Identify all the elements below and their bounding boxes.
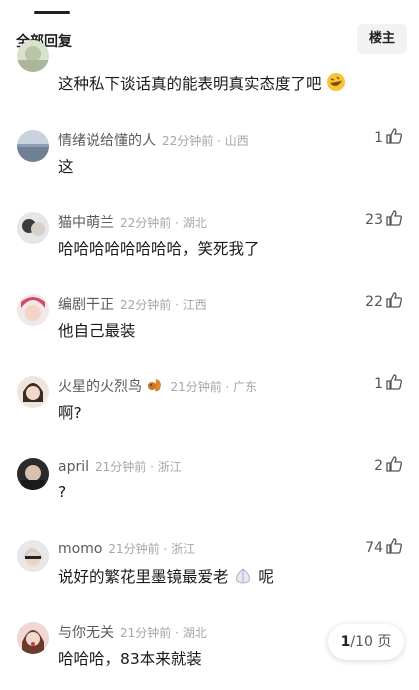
like-count: 22 xyxy=(365,294,383,310)
like-count: 2 xyxy=(374,458,383,474)
avatar[interactable] xyxy=(17,294,49,326)
thumbs-up-icon xyxy=(385,291,403,313)
comment-text: 他自己最装 xyxy=(58,322,136,340)
avatar[interactable] xyxy=(17,130,49,162)
thumbs-up-icon xyxy=(385,209,403,231)
garlic-icon xyxy=(233,567,253,589)
avatar[interactable] xyxy=(17,458,49,490)
avatar[interactable] xyxy=(17,376,49,408)
like-button[interactable]: 22 xyxy=(365,291,403,313)
username[interactable]: 编剧干正 xyxy=(58,297,114,313)
comment-meta: 情绪说给懂的人 22分钟前 · 山西 xyxy=(58,130,249,150)
timestamp-location: 21分钟前 · 湖北 xyxy=(120,626,207,640)
comment-meta: 火星的火烈鸟 21分钟前 · 广东 xyxy=(58,376,257,398)
timestamp-location: 22分钟前 · 山西 xyxy=(162,134,249,148)
like-count: 1 xyxy=(374,376,383,392)
like-button[interactable]: 1 xyxy=(374,127,403,149)
thumbs-up-icon xyxy=(385,537,403,559)
thumbs-up-icon xyxy=(385,455,403,477)
username[interactable]: 与你无关 xyxy=(58,625,114,641)
like-button[interactable]: 23 xyxy=(365,209,403,231)
username[interactable]: 火星的火烈鸟 xyxy=(58,379,142,395)
username[interactable]: momo xyxy=(58,541,102,557)
comment-meta: 编剧干正 22分钟前 · 江西 xyxy=(58,294,207,314)
comment-text: 这种私下谈话真的能表明真实态度了吧 xyxy=(58,72,346,96)
thumbs-up-icon xyxy=(385,373,403,395)
thumbs-up-icon xyxy=(385,127,403,149)
like-button[interactable]: 74 xyxy=(365,537,403,559)
avatar[interactable] xyxy=(17,40,49,72)
timestamp-location: 22分钟前 · 湖北 xyxy=(120,216,207,230)
total-pages: /10 页 xyxy=(350,634,392,650)
op-only-button[interactable]: 楼主 xyxy=(357,24,407,54)
page-indicator-button[interactable]: 1/10 页 xyxy=(328,624,404,660)
comment-meta: 猫中萌兰 22分钟前 · 湖北 xyxy=(58,212,207,232)
like-button[interactable]: 1 xyxy=(374,373,403,395)
comment-text: 这 xyxy=(58,158,74,176)
like-count: 1 xyxy=(374,130,383,146)
reply-header: 全部回复 楼主 xyxy=(0,22,419,58)
like-count: 23 xyxy=(365,212,383,228)
avatar[interactable] xyxy=(17,212,49,244)
like-count: 74 xyxy=(365,540,383,556)
comment-text: ? xyxy=(58,483,67,501)
tab-indicator xyxy=(34,11,70,14)
comment-meta: 与你无关 21分钟前 · 湖北 xyxy=(58,622,207,642)
like-button[interactable]: 2 xyxy=(374,455,403,477)
avatar[interactable] xyxy=(17,540,49,572)
comment-text: 哈哈哈哈哈哈哈哈，笑死我了 xyxy=(58,240,260,258)
timestamp-location: 22分钟前 · 江西 xyxy=(120,298,207,312)
comment-meta: momo 21分钟前 · 浙江 xyxy=(58,540,195,557)
username[interactable]: 猫中萌兰 xyxy=(58,215,114,231)
comment-text: 哈哈哈，83本来就装 xyxy=(58,650,202,668)
rofl-face-icon xyxy=(326,72,346,96)
current-page: 1 xyxy=(340,634,351,650)
timestamp-location: 21分钟前 · 浙江 xyxy=(108,542,196,556)
username[interactable]: 情绪说给懂的人 xyxy=(58,133,156,149)
timestamp-location: 21分钟前 · 广东 xyxy=(170,380,258,394)
squirrel-icon xyxy=(146,376,164,398)
username[interactable]: april xyxy=(58,459,89,475)
comment-text: 啊? xyxy=(58,404,82,422)
comment-meta: april 21分钟前 · 浙江 xyxy=(58,458,182,475)
comment-text: 说好的繁花里墨镜最爱老 呢 xyxy=(58,565,274,589)
timestamp-location: 21分钟前 · 浙江 xyxy=(95,460,182,474)
avatar[interactable] xyxy=(17,622,49,654)
